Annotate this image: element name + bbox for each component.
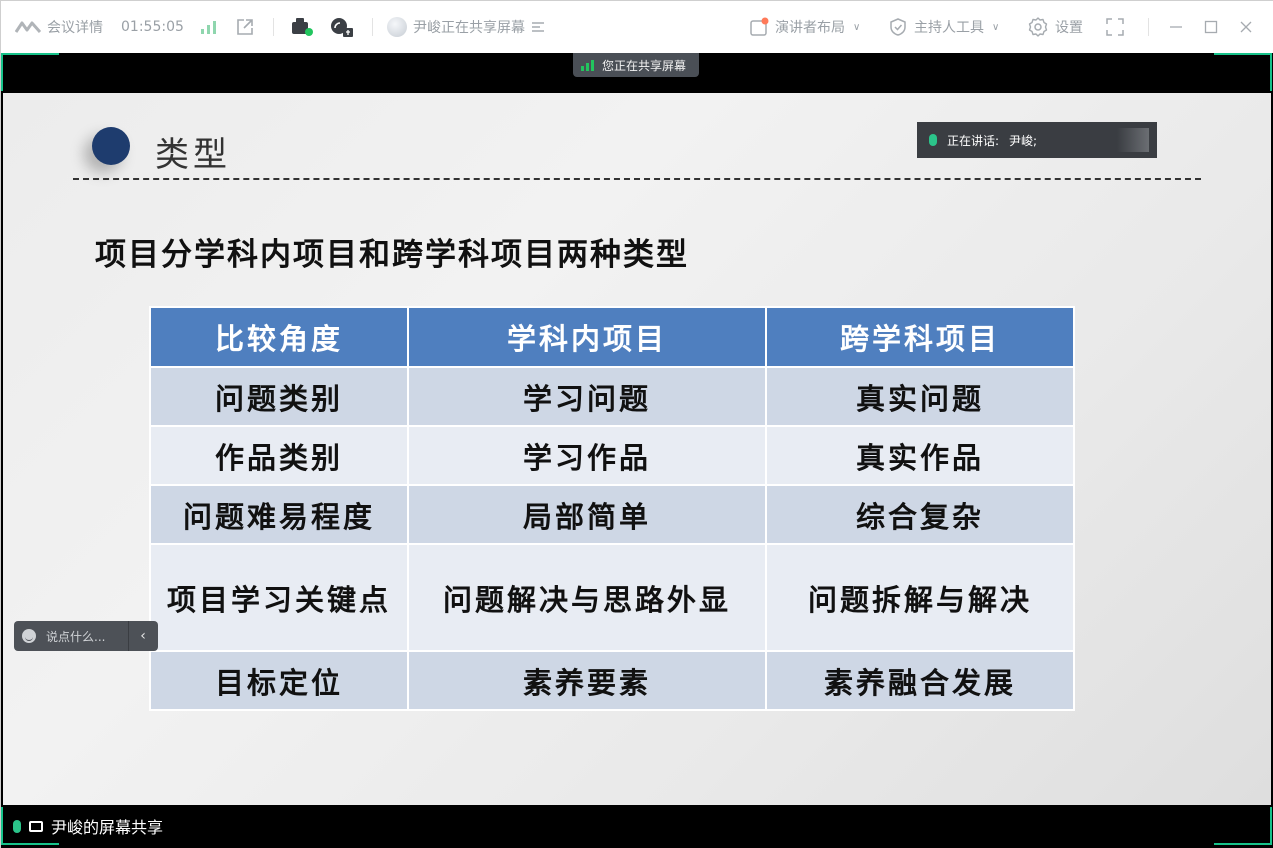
table-header-cell: 比较角度 (149, 306, 409, 368)
table-cell: 真实问题 (765, 366, 1075, 427)
sharer-status[interactable]: 尹峻正在共享屏幕 (387, 1, 545, 53)
table-cell: 问题类别 (149, 366, 409, 427)
share-frame-corner (1214, 807, 1272, 845)
title-bullet (92, 127, 130, 165)
meeting-info-button[interactable]: 会议详情 (15, 1, 103, 53)
title-bar: 会议详情 01:55:05 尹峻正在共享屏幕 演讲者布局 ∨ 主持人工具 ∨ 设… (1, 1, 1273, 53)
speaking-label: 正在讲话: (947, 133, 1000, 148)
fullscreen-icon[interactable] (1105, 1, 1125, 53)
table-header-cell: 学科内项目 (407, 306, 767, 368)
table-cell: 问题拆解与解决 (765, 543, 1075, 652)
table-header-row: 比较角度 学科内项目 跨学科项目 (149, 306, 1075, 368)
table-cell: 学习作品 (407, 425, 767, 486)
table-row: 作品类别 学习作品 真实作品 (149, 425, 1075, 486)
minimize-icon[interactable] (1169, 1, 1183, 53)
table-cell: 局部简单 (407, 484, 767, 545)
chevron-left-icon[interactable]: ‹ (129, 628, 157, 644)
host-tools-label: 主持人工具 (914, 20, 984, 36)
popout-icon[interactable] (235, 1, 255, 53)
sharer-avatar (387, 17, 407, 37)
host-tools-menu[interactable]: 主持人工具 ∨ (888, 1, 999, 53)
table-cell: 目标定位 (149, 650, 409, 711)
layout-menu[interactable]: 演讲者布局 ∨ (749, 1, 860, 53)
table-row: 问题类别 学习问题 真实问题 (149, 366, 1075, 427)
slide-title: 类型 (155, 135, 231, 175)
screen-share-icon (29, 820, 43, 832)
elapsed-time-text: 01:55:05 (121, 19, 184, 35)
layout-label: 演讲者布局 (775, 20, 845, 36)
presentation-slide: 类型 项目分学科内项目和跨学科项目两种类型 正在讲话: 尹峻; 比较角度 学科内… (3, 93, 1271, 805)
layout-icon (750, 17, 769, 36)
speaking-name: 尹峻; (1009, 133, 1038, 148)
table-cell: 综合复杂 (765, 484, 1075, 545)
list-menu-icon (532, 22, 544, 32)
signal-icon (581, 59, 594, 71)
table-row: 问题难易程度 局部简单 综合复杂 (149, 484, 1075, 545)
slide-subtitle: 项目分学科内项目和跨学科项目两种类型 (95, 237, 689, 273)
speaker-video-thumbnail (1117, 128, 1149, 152)
share-screen-status-icon[interactable] (290, 1, 314, 53)
table-header-cell: 跨学科项目 (765, 306, 1075, 368)
table-cell: 真实作品 (765, 425, 1075, 486)
cast-icon[interactable] (329, 1, 355, 53)
maximize-icon[interactable] (1204, 1, 1218, 53)
comparison-table: 比较角度 学科内项目 跨学科项目 问题类别 学习问题 真实问题 作品类别 学习作… (149, 306, 1075, 711)
chat-placeholder[interactable]: 说点什么... (46, 628, 120, 645)
chat-input-bubble[interactable]: 说点什么... ‹ (14, 621, 158, 651)
gear-icon (1028, 17, 1048, 37)
elapsed-time: 01:55:05 (121, 1, 184, 53)
chevron-down-icon: ∨ (853, 21, 861, 33)
shield-icon (890, 18, 906, 36)
emoji-icon[interactable] (22, 629, 36, 643)
table-cell: 问题解决与思路外显 (407, 543, 767, 652)
meeting-logo-icon (15, 21, 41, 33)
sharing-badge[interactable]: 您正在共享屏幕 (573, 53, 699, 77)
sharer-status-text: 尹峻正在共享屏幕 (413, 20, 525, 36)
settings-label: 设置 (1055, 20, 1083, 36)
title-divider (73, 178, 1201, 180)
table-cell: 作品类别 (149, 425, 409, 486)
share-frame-corner (1214, 53, 1272, 91)
sharing-badge-text: 您正在共享屏幕 (602, 58, 687, 73)
microphone-icon (929, 134, 937, 146)
table-cell: 素养要素 (407, 650, 767, 711)
share-footer-label: 尹峻的屏幕共享 (51, 818, 164, 837)
microphone-icon[interactable] (13, 819, 21, 833)
settings-button[interactable]: 设置 (1027, 1, 1083, 53)
close-icon[interactable] (1239, 1, 1253, 53)
chevron-down-icon: ∨ (992, 21, 1000, 33)
table-cell: 项目学习关键点 (149, 543, 409, 652)
table-cell: 学习问题 (407, 366, 767, 427)
speaking-indicator: 正在讲话: 尹峻; (917, 122, 1157, 158)
share-frame-corner (1, 53, 59, 91)
signal-icon[interactable] (200, 1, 218, 53)
table-row: 目标定位 素养要素 素养融合发展 (149, 650, 1075, 711)
table-row: 项目学习关键点 问题解决与思路外显 问题拆解与解决 (149, 543, 1075, 652)
share-footer: 尹峻的屏幕共享 (3, 805, 163, 847)
meeting-window: 会议详情 01:55:05 尹峻正在共享屏幕 演讲者布局 ∨ 主持人工具 ∨ 设… (0, 0, 1273, 848)
table-cell: 素养融合发展 (765, 650, 1075, 711)
table-cell: 问题难易程度 (149, 484, 409, 545)
meeting-info-label: 会议详情 (47, 20, 103, 36)
